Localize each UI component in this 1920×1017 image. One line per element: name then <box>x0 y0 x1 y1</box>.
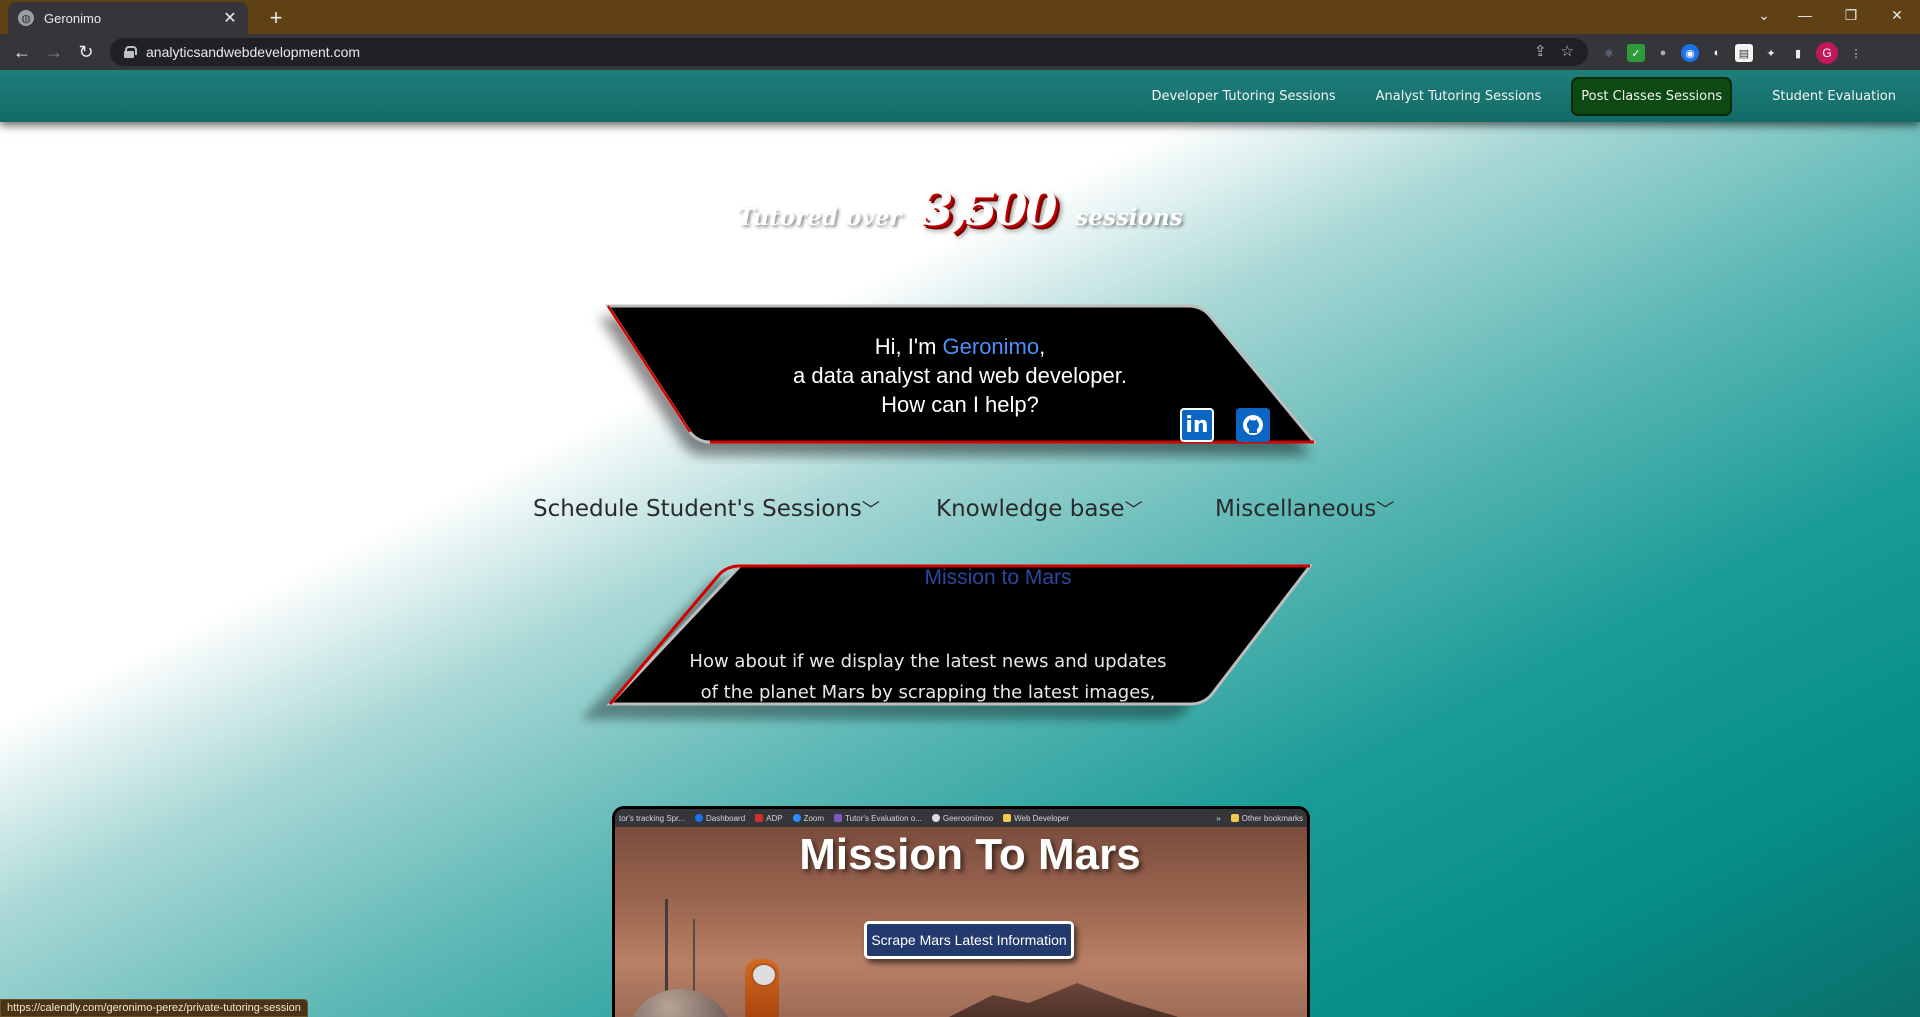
back-icon[interactable]: ← <box>10 40 34 64</box>
dashboard-icon <box>695 814 703 823</box>
zoom-icon <box>792 814 801 823</box>
nav-student-evaluation[interactable]: Student Evaluation <box>1772 89 1896 104</box>
chevron-down-icon: ﹀ <box>861 500 880 521</box>
nav-analyst-tutoring[interactable]: Analyst Tutoring Sessions <box>1376 89 1542 104</box>
share-icon[interactable]: ⇪ <box>1534 42 1547 60</box>
mars-preview-title: Mission To Mars <box>799 830 1141 879</box>
page-body: Developer Tutoring Sessions Analyst Tuto… <box>0 70 1920 1017</box>
status-url: https://calendly.com/geronimo-perez/priv… <box>0 999 308 1017</box>
form-icon <box>834 814 843 823</box>
intro-line1: Hi, I'm Geronimo, <box>874 334 1046 359</box>
intro-name: Geronimo <box>942 334 1040 359</box>
bookmark-item: tor's tracking Spr... <box>619 813 685 823</box>
browser-tabstrip: ◍ Geronimo ✕ + ⌄ — ❐ ✕ <box>0 0 1920 34</box>
bookmark-item: Dashboard <box>695 814 745 823</box>
intro-text: Hi, I'm Geronimo, a data analyst and web… <box>0 332 1920 419</box>
preview-bookmarks-bar: tor's tracking Spr... Dashboard ADP Zoom… <box>615 809 1307 827</box>
github-icon[interactable] <box>1236 408 1270 442</box>
dark-mode-icon[interactable]: ◐ <box>1708 44 1726 62</box>
url-text: analyticsandwebdevelopment.com <box>146 44 361 60</box>
astronaut-figure <box>745 959 779 1017</box>
site-navbar: Developer Tutoring Sessions Analyst Tuto… <box>0 70 1920 122</box>
menu-schedule-sessions[interactable]: Schedule Student's Sessions﹀ <box>533 496 880 522</box>
restore-icon[interactable]: ❐ <box>1828 0 1874 30</box>
side-panel-icon[interactable]: ▮ <box>1789 44 1807 62</box>
address-bar[interactable]: analyticsandwebdevelopment.com ⇪ ☆ <box>110 38 1588 66</box>
project-line1: How about if we display the latest news … <box>689 651 1167 672</box>
reload-icon[interactable]: ↻ <box>74 40 98 64</box>
tab-search-icon[interactable]: ⌄ <box>1746 0 1782 30</box>
bookmark-item: Geerooniimoo <box>931 814 993 823</box>
lock-icon[interactable] <box>124 46 137 58</box>
sessions-count: 3,500 <box>921 182 1057 236</box>
minimize-icon[interactable]: — <box>1782 0 1828 30</box>
project-description: How about if we display the latest news … <box>0 646 1856 708</box>
nav-developer-tutoring[interactable]: Developer Tutoring Sessions <box>1151 89 1335 104</box>
window-controls: ⌄ — ❐ ✕ <box>1746 0 1920 30</box>
project-title[interactable]: Mission to Mars <box>0 566 1920 590</box>
new-tab-button[interactable]: + <box>262 4 290 32</box>
nav-post-classes[interactable]: Post Classes Sessions <box>1571 76 1733 116</box>
extensions-bar: ⚛ ✓ ● ◉ ◐ ▤ ✦ ▮ G ⋮ <box>1600 42 1865 64</box>
scrape-mars-button[interactable]: Scrape Mars Latest Information <box>864 921 1074 959</box>
chevron-down-icon: ﹀ <box>1376 500 1395 521</box>
intro-line3: How can I help? <box>881 392 1039 417</box>
chevron-down-icon: ﹀ <box>1124 500 1143 521</box>
profile-avatar[interactable]: G <box>1816 42 1838 64</box>
menu-miscellaneous[interactable]: Miscellaneous﹀ <box>1215 496 1394 522</box>
checkmark-extension-icon[interactable]: ✓ <box>1627 44 1645 62</box>
project-line2: of the planet Mars by scrapping the late… <box>700 682 1156 703</box>
react-devtools-icon[interactable]: ⚛ <box>1600 44 1618 62</box>
sessions-prefix: Tutored over <box>737 204 902 231</box>
browser-tab[interactable]: ◍ Geronimo ✕ <box>8 2 248 34</box>
close-tab-icon[interactable]: ✕ <box>222 8 238 28</box>
linkedin-icon[interactable]: in <box>1180 408 1214 442</box>
github-small-icon <box>931 814 940 823</box>
forward-icon[interactable]: → <box>42 40 66 64</box>
bookmark-item: Other bookmarks <box>1230 814 1303 823</box>
intro-line2: a data analyst and web developer. <box>793 363 1127 388</box>
folder-icon <box>1003 814 1012 823</box>
bookmark-item: Web Developer <box>1003 814 1069 823</box>
menu-knowledge-base[interactable]: Knowledge base﹀ <box>936 496 1143 522</box>
adp-icon <box>755 814 764 823</box>
selector-extension-icon[interactable]: ▤ <box>1735 44 1753 62</box>
browser-toolbar: ← → ↻ analyticsandwebdevelopment.com ⇪ ☆… <box>0 34 1920 70</box>
more-bookmarks-icon: » <box>1216 813 1221 823</box>
bookmark-star-icon[interactable]: ☆ <box>1561 42 1574 60</box>
bookmark-item: ADP <box>755 814 783 823</box>
speech-bubble-icon[interactable]: ● <box>1654 44 1672 62</box>
folder-icon <box>1230 814 1239 823</box>
sessions-suffix: sessions <box>1075 204 1183 231</box>
puzzle-icon[interactable]: ✦ <box>1762 44 1780 62</box>
bookmark-item: Zoom <box>792 814 824 823</box>
sessions-headline: Tutored over 3,500 sessions <box>0 182 1920 236</box>
globe-icon: ◍ <box>18 10 34 26</box>
tab-title: Geronimo <box>44 10 102 26</box>
kebab-menu-icon[interactable]: ⋮ <box>1847 44 1865 62</box>
close-window-icon[interactable]: ✕ <box>1874 0 1920 30</box>
zoom-extension-icon[interactable]: ◉ <box>1681 44 1699 62</box>
bookmark-item: Tutor's Evaluation o... <box>834 814 922 823</box>
